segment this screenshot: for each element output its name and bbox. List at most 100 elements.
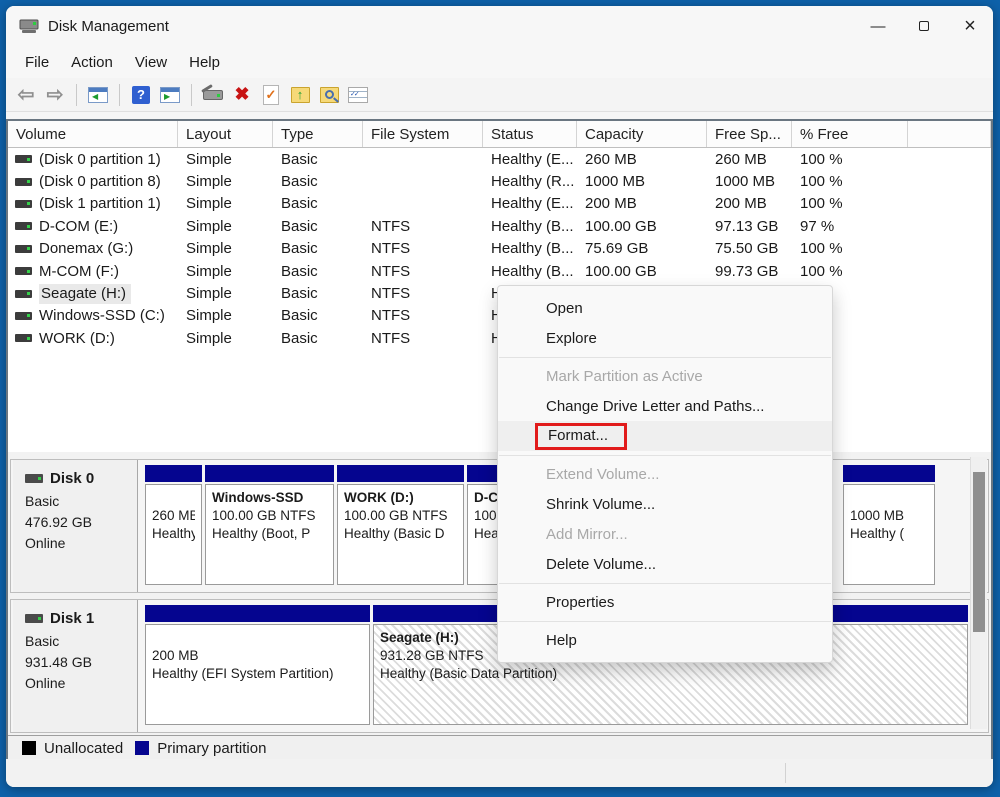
primary-partition-swatch	[135, 741, 149, 755]
delete-icon[interactable]: ✖	[230, 83, 254, 107]
volume-icon	[15, 290, 32, 298]
disk-0-type: Basic	[25, 491, 137, 512]
close-button[interactable]: ×	[947, 6, 993, 46]
partition-color-bar	[843, 465, 935, 482]
partition-260mb[interactable]: 260 MB Healthy	[145, 465, 202, 587]
disk-management-window: Disk Management — × File Action View Hel…	[6, 6, 993, 787]
menu-item-change-drive-letter[interactable]: Change Drive Letter and Paths...	[498, 391, 832, 421]
volume-icon	[15, 178, 32, 186]
properties-list-icon[interactable]	[346, 83, 370, 107]
toolbar-separator	[76, 84, 77, 106]
maximize-button[interactable]	[901, 6, 947, 46]
disk-icon	[25, 474, 43, 483]
menu-separator	[499, 583, 831, 584]
menu-separator	[499, 621, 831, 622]
status-bar	[6, 759, 993, 787]
column-header-status[interactable]: Status	[483, 121, 577, 147]
menu-item-properties[interactable]: Properties	[498, 587, 832, 617]
scrollbar-thumb[interactable]	[973, 472, 985, 632]
partition-color-bar	[337, 465, 464, 482]
disk-icon	[25, 614, 43, 623]
back-icon[interactable]: ⇦	[14, 83, 38, 107]
table-row[interactable]: (Disk 0 partition 1) Simple Basic Health…	[8, 148, 991, 170]
partition-efi-system[interactable]: 200 MB Healthy (EFI System Partition)	[145, 605, 370, 727]
volume-icon	[15, 155, 32, 163]
folder-up-icon[interactable]: ↑	[288, 83, 312, 107]
column-header-volume[interactable]: Volume	[8, 121, 178, 147]
drive-tools-icon[interactable]	[201, 83, 225, 107]
desktop-background: Disk Management — × File Action View Hel…	[0, 0, 1000, 797]
disk-1-size: 931.48 GB	[25, 652, 137, 673]
partition-color-bar	[205, 465, 334, 482]
show-console-tree-icon[interactable]: ◀	[86, 83, 110, 107]
column-header-free-space[interactable]: Free Sp...	[707, 121, 792, 147]
volume-icon	[15, 222, 32, 230]
table-row[interactable]: Donemax (G:) Simple Basic NTFS Healthy (…	[8, 238, 991, 260]
forward-icon[interactable]: ⇨	[43, 83, 67, 107]
disk-1-type: Basic	[25, 631, 137, 652]
disk-0-size: 476.92 GB	[25, 512, 137, 533]
disk-1-label[interactable]: Disk 1 Basic 931.48 GB Online	[13, 600, 138, 732]
menu-item-shrink-volume[interactable]: Shrink Volume...	[498, 489, 832, 519]
menu-item-format[interactable]: Format...	[498, 421, 832, 451]
column-header-blank	[908, 121, 991, 147]
volume-icon	[15, 200, 32, 208]
column-header-type[interactable]: Type	[273, 121, 363, 147]
context-menu: Open Explore Mark Partition as Active Ch…	[497, 285, 833, 663]
vertical-scrollbar[interactable]	[970, 457, 987, 729]
window-title: Disk Management	[48, 18, 169, 35]
menu-item-help[interactable]: Help	[498, 625, 832, 655]
menu-file[interactable]: File	[14, 50, 60, 75]
partition-1000mb[interactable]: 1000 MB Healthy (	[843, 465, 935, 587]
disk-management-icon	[19, 19, 39, 34]
column-header-capacity[interactable]: Capacity	[577, 121, 707, 147]
menu-item-add-mirror: Add Mirror...	[498, 519, 832, 549]
title-bar: Disk Management — ×	[6, 6, 993, 46]
status-bar-divider	[785, 763, 786, 783]
disk-0-status: Online	[25, 533, 137, 554]
volume-icon	[15, 245, 32, 253]
show-actions-pane-icon[interactable]: ▶	[158, 83, 182, 107]
folder-search-icon[interactable]	[317, 83, 341, 107]
menu-item-extend-volume: Extend Volume...	[498, 459, 832, 489]
toolbar-separator	[119, 84, 120, 106]
column-header-pct-free[interactable]: % Free	[792, 121, 908, 147]
menu-separator	[499, 455, 831, 456]
close-icon: ×	[964, 16, 976, 36]
red-annotation-box: Format...	[535, 423, 627, 450]
legend-unallocated: Unallocated	[22, 740, 123, 757]
partition-color-bar	[145, 605, 370, 622]
volume-icon	[15, 312, 32, 320]
checkmark-document-icon[interactable]: ✓	[259, 83, 283, 107]
table-row[interactable]: D-COM (E:) Simple Basic NTFS Healthy (B.…	[8, 215, 991, 237]
disk-0-label[interactable]: Disk 0 Basic 476.92 GB Online	[13, 460, 138, 592]
table-row[interactable]: (Disk 0 partition 8) Simple Basic Health…	[8, 170, 991, 192]
menu-item-delete-volume[interactable]: Delete Volume...	[498, 549, 832, 579]
menu-item-explore[interactable]: Explore	[498, 323, 832, 353]
menu-item-mark-partition-active: Mark Partition as Active	[498, 361, 832, 391]
toolbar-separator	[191, 84, 192, 106]
maximize-icon	[919, 21, 929, 31]
partition-windows-ssd[interactable]: Windows-SSD 100.00 GB NTFS Healthy (Boot…	[205, 465, 334, 587]
list-header: Volume Layout Type File System Status Ca…	[8, 121, 991, 148]
legend-primary-partition: Primary partition	[135, 740, 266, 757]
disk-1-status: Online	[25, 673, 137, 694]
minimize-icon: —	[871, 18, 886, 35]
menu-separator	[499, 357, 831, 358]
volume-icon	[15, 334, 32, 342]
partition-work[interactable]: WORK (D:) 100.00 GB NTFS Healthy (Basic …	[337, 465, 464, 587]
table-row[interactable]: (Disk 1 partition 1) Simple Basic Health…	[8, 193, 991, 215]
volume-icon	[15, 267, 32, 275]
menu-help[interactable]: Help	[178, 50, 231, 75]
toolbar: ⇦ ⇨ ◀ ? ▶ ✖ ✓ ↑	[6, 78, 993, 112]
menu-action[interactable]: Action	[60, 50, 124, 75]
menu-item-open[interactable]: Open	[498, 293, 832, 323]
minimize-button[interactable]: —	[855, 6, 901, 46]
menu-view[interactable]: View	[124, 50, 178, 75]
table-row[interactable]: M-COM (F:) Simple Basic NTFS Healthy (B.…	[8, 260, 991, 282]
legend-bar: Unallocated Primary partition	[8, 735, 991, 761]
column-header-layout[interactable]: Layout	[178, 121, 273, 147]
help-icon[interactable]: ?	[129, 83, 153, 107]
column-header-file-system[interactable]: File System	[363, 121, 483, 147]
partition-color-bar	[145, 465, 202, 482]
